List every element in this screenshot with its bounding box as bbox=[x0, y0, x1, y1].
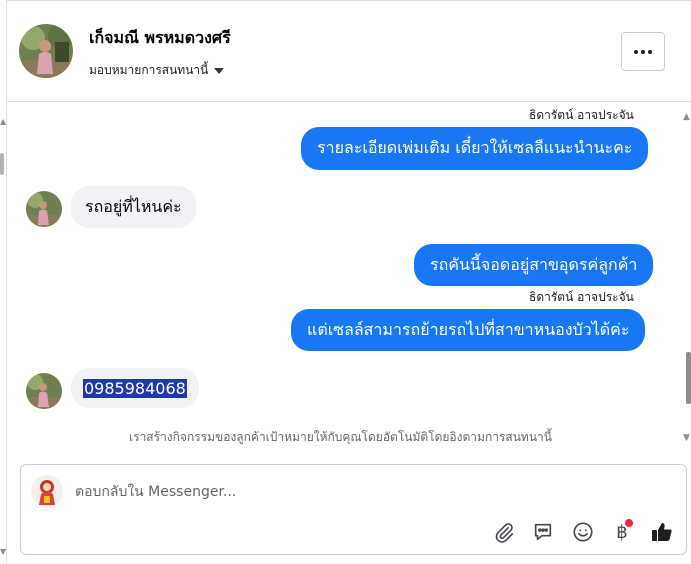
assign-conversation-label: มอบหมายการสนทนานี้ bbox=[89, 63, 209, 77]
incoming-message-bubble[interactable]: 0985984068 bbox=[71, 368, 199, 408]
contact-avatar-small[interactable] bbox=[26, 191, 62, 227]
scrollbar-thumb[interactable] bbox=[686, 352, 691, 404]
emoji-icon[interactable] bbox=[570, 519, 596, 545]
more-icon-dot bbox=[648, 49, 652, 54]
scroll-up-arrow[interactable]: ▲ bbox=[683, 112, 690, 122]
outgoing-message-bubble[interactable]: แต่เซลล์สามารถย้ายรถไปที่สาขาหนองบัวได้ค… bbox=[291, 309, 646, 351]
chat-bubble-icon[interactable] bbox=[530, 519, 556, 545]
sender-name: ธิดารัตน์ อาจประจัน bbox=[529, 108, 634, 122]
incoming-message-bubble[interactable]: รถอยู่ที่ไหนค่ะ bbox=[71, 186, 196, 228]
conversation-header: เก็จมณี พรหมดวงศรี มอบหมายการสนทนานี้ bbox=[7, 1, 691, 102]
paperclip-icon[interactable] bbox=[491, 519, 517, 545]
notification-dot bbox=[625, 519, 633, 527]
contact-name[interactable]: เก็จมณี พรหมดวงศรี bbox=[89, 26, 231, 51]
contact-avatar-small[interactable] bbox=[26, 373, 62, 409]
edge-resize-handle[interactable] bbox=[0, 153, 4, 175]
more-icon-dot bbox=[641, 49, 645, 54]
thumbs-up-icon[interactable] bbox=[649, 519, 675, 545]
caret-down-icon bbox=[214, 67, 225, 74]
more-icon bbox=[634, 49, 638, 54]
outgoing-message-bubble[interactable]: รถคันนี้จอดอยู่สาขอุดรค่ลูกค้า bbox=[414, 244, 654, 286]
reply-composer: ฿ bbox=[20, 464, 687, 555]
edge-collapse-icon[interactable]: ▲ bbox=[0, 118, 6, 126]
selected-phone-number[interactable]: 0985984068 bbox=[83, 378, 187, 398]
reply-input[interactable] bbox=[75, 481, 495, 503]
sender-name: ธิดารัตน์ อาจประจัน bbox=[529, 290, 634, 304]
assign-conversation-dropdown[interactable]: มอบหมายการสนทนานี้ bbox=[89, 61, 225, 80]
page-avatar bbox=[31, 475, 63, 507]
more-options-button[interactable] bbox=[621, 32, 665, 71]
edge-expand-icon[interactable]: ▼ bbox=[0, 548, 6, 556]
baht-payment-icon[interactable]: ฿ bbox=[609, 519, 635, 545]
lead-activity-notice: เราสร้างกิจกรรมของลูกค้าเป้าหมายให้กับคุ… bbox=[129, 430, 552, 444]
scroll-down-arrow[interactable]: ▼ bbox=[683, 433, 690, 443]
contact-avatar[interactable] bbox=[19, 24, 73, 78]
outgoing-message-bubble[interactable]: รายละเอียดเพ่มเติม เดี๋ยวให้เซลลืแนะนำนะ… bbox=[301, 127, 649, 170]
